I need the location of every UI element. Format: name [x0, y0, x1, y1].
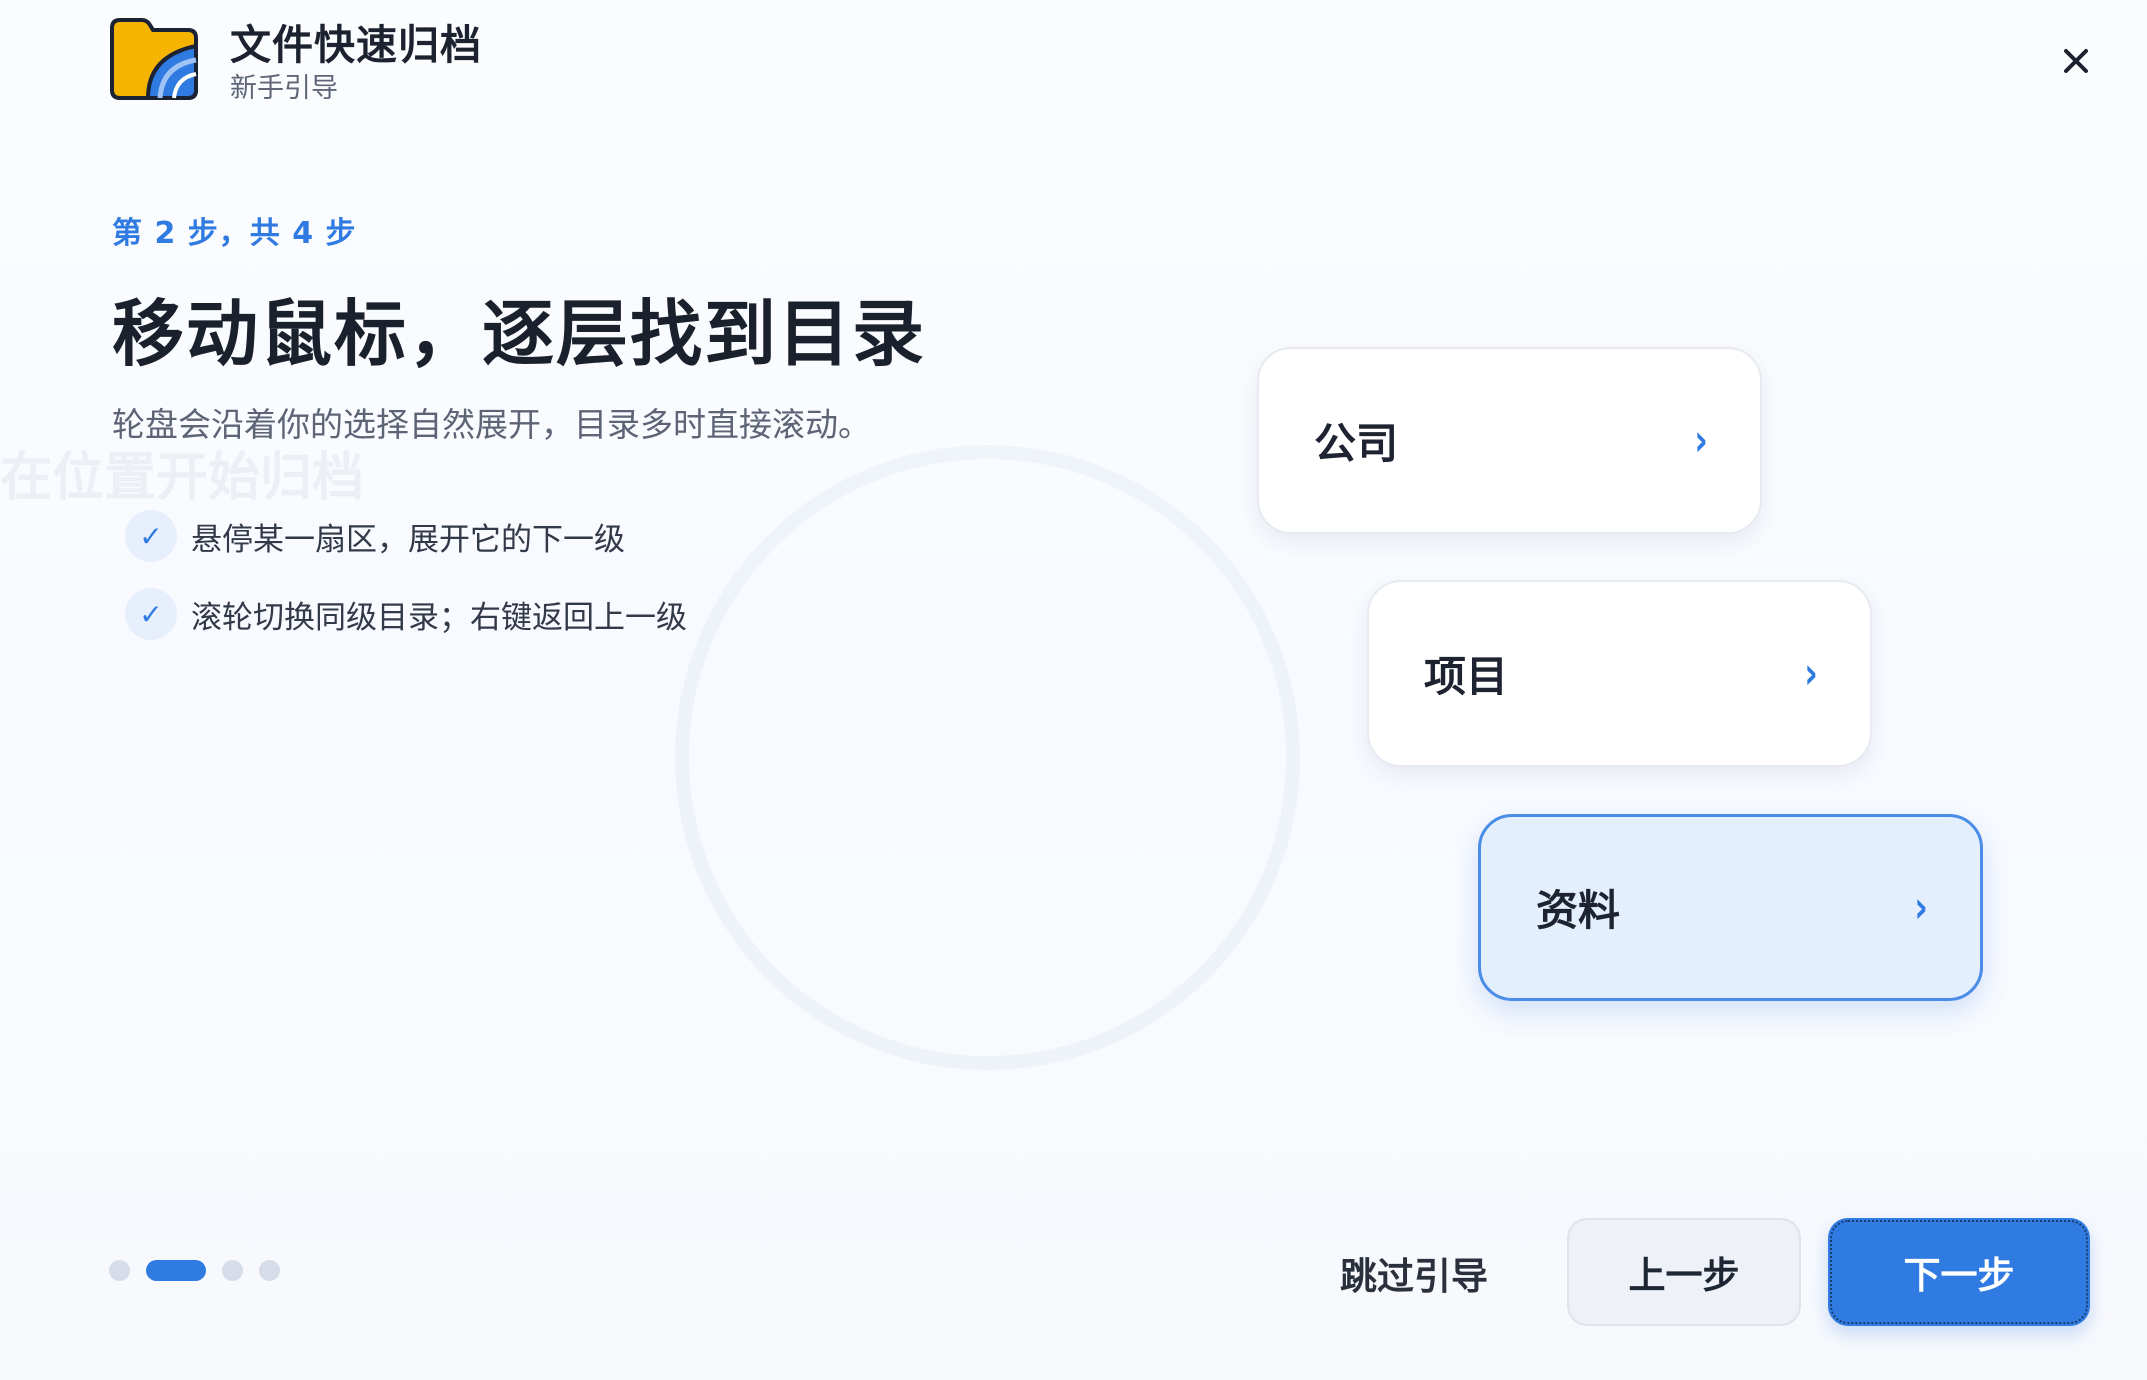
directory-card-label: 公司: [1314, 419, 1399, 468]
app-subtitle: 新手引导: [230, 73, 338, 104]
progress-dot: [222, 1260, 243, 1281]
description-text: 轮盘会沿着你的选择自然展开，目录多时直接滚动。: [112, 405, 871, 444]
directory-card-company[interactable]: 公司 ›: [1257, 347, 1762, 534]
list-item: ✓ 悬停某一扇区，展开它的下一级: [125, 508, 687, 564]
list-item: ✓ 滚轮切换同级目录；右键返回上一级: [125, 586, 687, 642]
feature-list: ✓ 悬停某一扇区，展开它的下一级 ✓ 滚轮切换同级目录；右键返回上一级: [125, 508, 687, 664]
previous-step-button[interactable]: 上一步: [1567, 1218, 1801, 1326]
chevron-right-icon: ›: [1804, 648, 1818, 699]
background-faint-text: 在位置开始归档: [0, 448, 365, 508]
background-ring: [675, 445, 1300, 1070]
list-item-text: 悬停某一扇区，展开它的下一级: [191, 521, 625, 558]
directory-card-project[interactable]: 项目 ›: [1367, 580, 1872, 767]
onboarding-dialog: 在位置开始归档 文件快速归档 新手引导 第 2 步，共 4 步 移动鼠标，逐层找…: [0, 0, 2147, 1380]
close-icon: [2064, 49, 2088, 73]
directory-card-material[interactable]: 资料 ›: [1478, 814, 1983, 1001]
chevron-right-icon: ›: [1914, 882, 1928, 933]
close-button[interactable]: [2055, 40, 2097, 82]
chevron-right-icon: ›: [1694, 415, 1708, 466]
next-step-button[interactable]: 下一步: [1828, 1218, 2090, 1326]
directory-card-label: 资料: [1536, 886, 1621, 935]
progress-dot: [109, 1260, 130, 1281]
skip-guide-button[interactable]: 跳过引导: [1340, 1245, 1488, 1301]
check-icon: ✓: [125, 510, 177, 562]
app-folder-icon: [110, 18, 198, 100]
list-item-text: 滚轮切换同级目录；右键返回上一级: [191, 599, 687, 636]
app-title: 文件快速归档: [230, 21, 482, 69]
progress-dot-active: [146, 1260, 206, 1281]
step-progress-dots: [109, 1260, 296, 1281]
page-title: 移动鼠标，逐层找到目录: [112, 292, 927, 376]
progress-dot: [259, 1260, 280, 1281]
check-icon: ✓: [125, 588, 177, 640]
step-indicator: 第 2 步，共 4 步: [112, 216, 357, 251]
directory-card-label: 项目: [1424, 652, 1509, 701]
